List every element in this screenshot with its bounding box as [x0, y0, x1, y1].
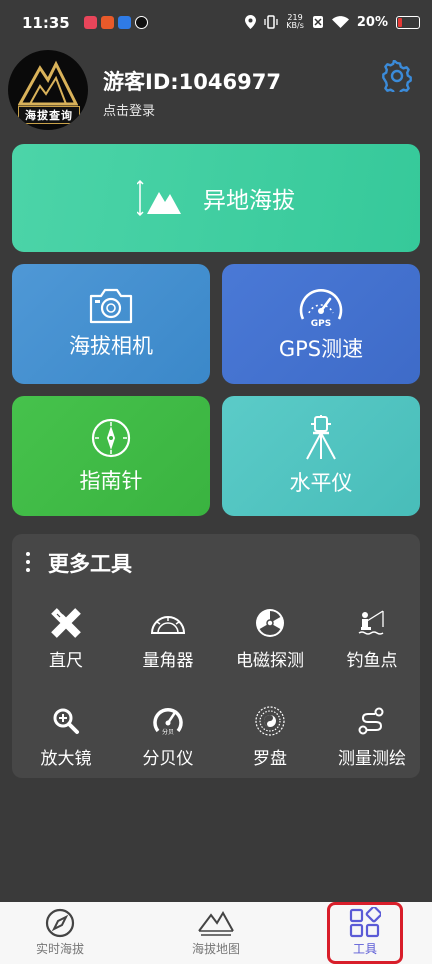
tool-decibel-meter[interactable]: 分贝 分贝仪 [118, 704, 218, 769]
compass-icon [91, 418, 131, 458]
app-notification-icon [135, 16, 148, 29]
status-right: 219 KB/s 20% [245, 14, 420, 30]
luopan-icon [255, 706, 285, 736]
network-speed: 219 KB/s [286, 13, 304, 30]
tool-label: 分贝仪 [142, 749, 194, 769]
radiation-icon [256, 609, 284, 637]
nav-label: 实时海拔 [35, 942, 84, 956]
remote-altitude-label: 异地海拔 [203, 188, 295, 214]
more-tools-panel: 更多工具 直尺 量角器 电磁探测 钓鱼点 放大镜 分贝 分贝仪 罗盘 测量测绘 [12, 534, 420, 778]
decibel-icon-text: 分贝 [162, 728, 174, 736]
logo-text: 海拔查询 [18, 106, 80, 124]
login-link[interactable]: 点击登录 [103, 100, 155, 119]
gps-speed-card[interactable]: GPS GPS测速 [222, 264, 420, 384]
profile-header: 海拔查询 游客ID:1046977 点击登录 [0, 44, 432, 140]
sim-off-icon [312, 16, 323, 28]
tool-survey-mapping[interactable]: 测量测绘 [322, 704, 422, 769]
tool-label: 量角器 [142, 651, 194, 671]
mountain-height-icon [137, 180, 181, 216]
ruler-icon [51, 608, 81, 638]
location-icon [245, 15, 257, 29]
theodolite-icon [306, 415, 336, 460]
nav-label: 工具 [352, 942, 377, 956]
nav-label: 海拔地图 [191, 942, 240, 956]
camera-icon [89, 288, 133, 324]
notification-icons [84, 16, 148, 29]
route-icon [358, 707, 384, 735]
tool-label: 罗盘 [253, 749, 287, 769]
tools-grid-icon [349, 907, 381, 938]
app-notification-icon [84, 16, 97, 29]
more-tools-dots-icon [26, 552, 30, 576]
wifi-icon [331, 15, 349, 28]
fishing-icon [358, 610, 384, 635]
tool-fishing-spot[interactable]: 钓鱼点 [322, 606, 422, 671]
nav-altitude-map[interactable]: 海拔地图 [156, 906, 276, 957]
username[interactable]: 游客ID:1046977 [103, 66, 281, 96]
avatar[interactable]: 海拔查询 [8, 50, 88, 130]
tool-label: 钓鱼点 [346, 651, 398, 671]
tool-label: 放大镜 [40, 749, 92, 769]
settings-button[interactable] [381, 59, 413, 97]
speedometer-icon: GPS [299, 288, 343, 327]
battery-percent: 20% [356, 14, 388, 30]
gps-speed-label: GPS测速 [278, 337, 364, 361]
app-notification-icon [118, 16, 131, 29]
compass-card[interactable]: 指南针 [12, 396, 210, 516]
compass-label: 指南针 [79, 469, 143, 493]
level-label: 水平仪 [289, 471, 353, 495]
protractor-icon [150, 616, 186, 634]
app-logo-icon [18, 60, 78, 106]
level-card[interactable]: 水平仪 [222, 396, 420, 516]
tool-ruler[interactable]: 直尺 [16, 606, 116, 671]
status-bar: 11:35 219 KB/s 20% [0, 0, 432, 44]
vibrate-icon [264, 15, 278, 29]
nav-tools[interactable]: 工具 [305, 906, 425, 957]
app-notification-icon [101, 16, 114, 29]
nav-realtime-altitude[interactable]: 实时海拔 [0, 906, 120, 957]
altitude-camera-card[interactable]: 海拔相机 [12, 264, 210, 384]
tool-label: 电磁探测 [236, 651, 304, 671]
gps-icon-text: GPS [311, 319, 331, 327]
status-time: 11:35 [22, 14, 70, 32]
tool-magnifier[interactable]: 放大镜 [16, 704, 116, 769]
tool-protractor[interactable]: 量角器 [118, 606, 218, 671]
mountain-map-icon [198, 911, 234, 936]
tool-luopan[interactable]: 罗盘 [220, 704, 320, 769]
compass-icon [45, 908, 75, 938]
tool-emf-detector[interactable]: 电磁探测 [220, 606, 320, 671]
bottom-navigation: 实时海拔 海拔地图 工具 [0, 902, 432, 964]
remote-altitude-card[interactable]: 异地海拔 [12, 144, 420, 252]
battery-icon [396, 15, 420, 29]
decibel-meter-icon: 分贝 [153, 707, 183, 736]
more-tools-title: 更多工具 [48, 552, 132, 576]
tool-label: 直尺 [49, 651, 83, 671]
gear-icon [382, 59, 412, 97]
magnifier-icon [53, 708, 79, 734]
altitude-camera-label: 海拔相机 [69, 334, 153, 358]
tool-label: 测量测绘 [338, 749, 406, 769]
